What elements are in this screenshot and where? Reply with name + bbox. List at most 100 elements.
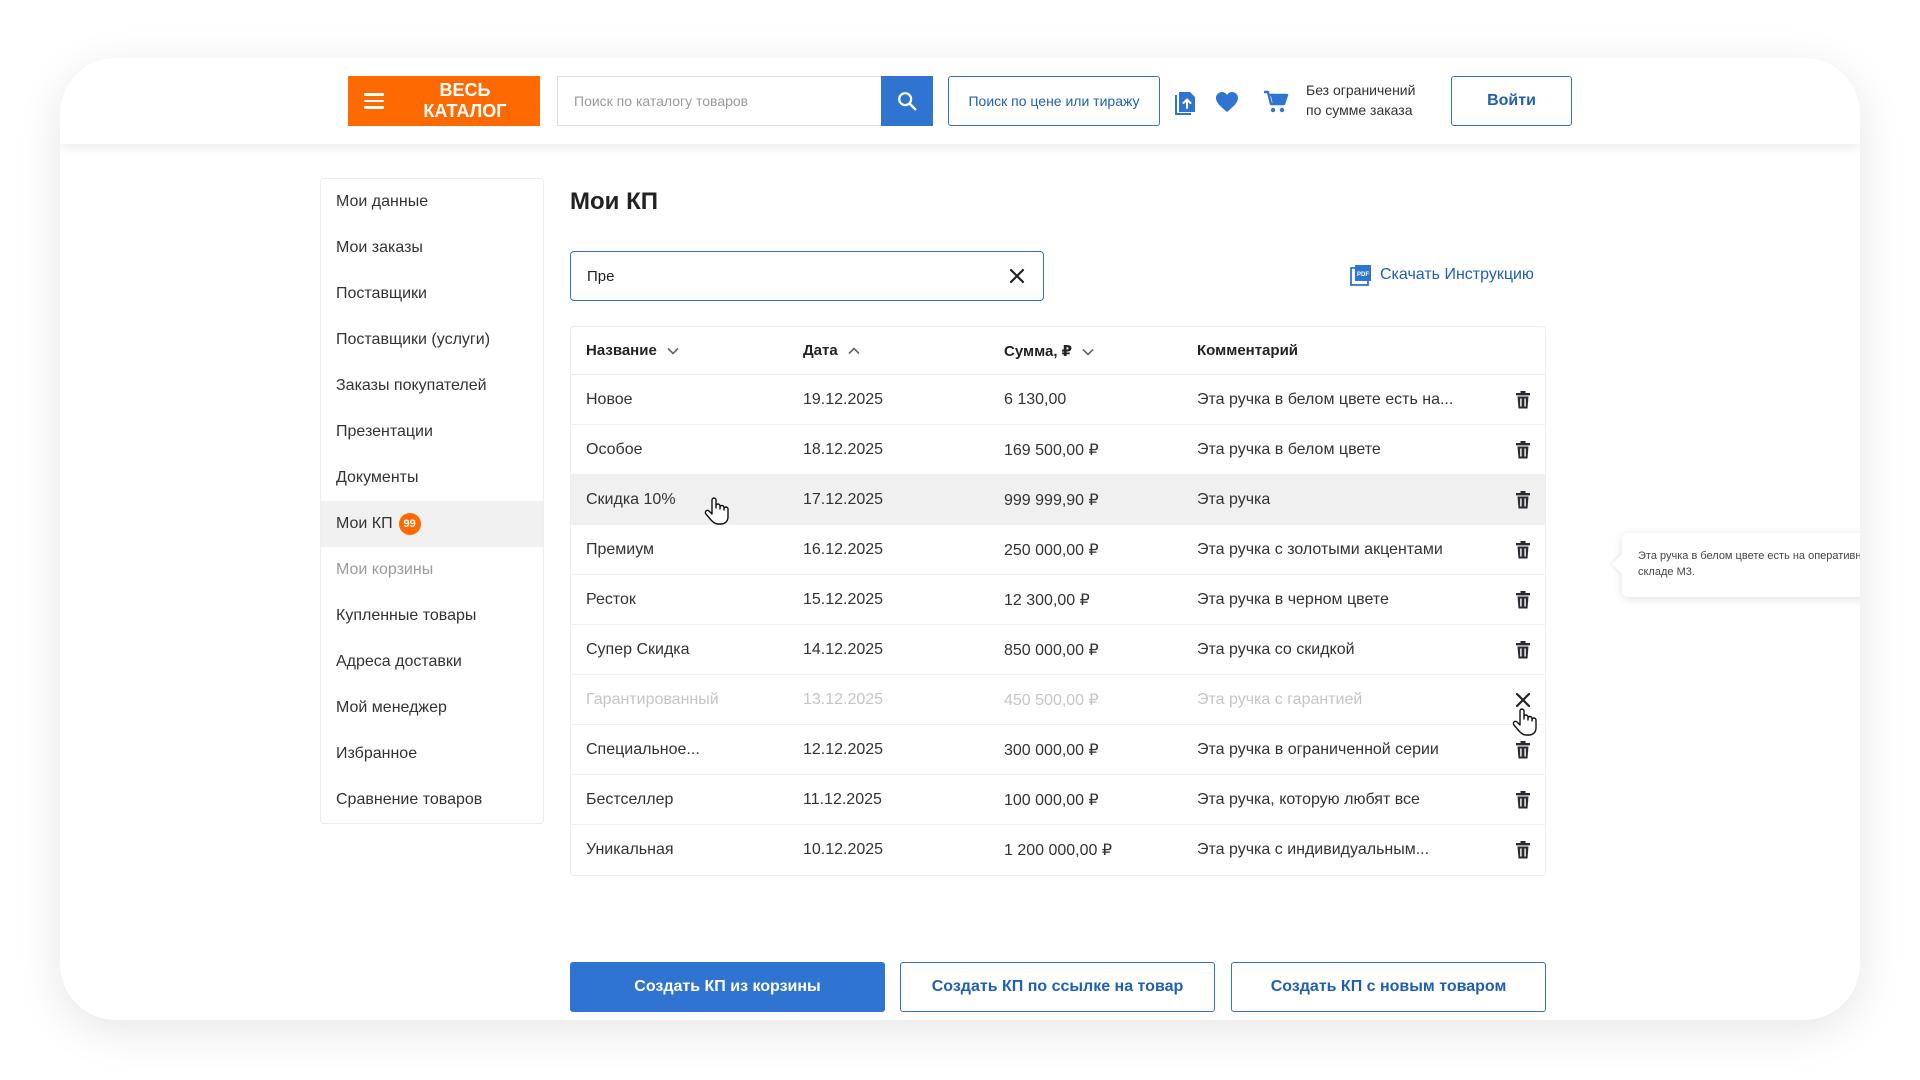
trash-icon[interactable] [1511,788,1535,812]
sidebar-item-my-data[interactable]: Мои данные [321,179,543,225]
trash-icon[interactable] [1511,388,1535,412]
sidebar-item-my-orders[interactable]: Мои заказы [321,225,543,271]
sidebar-item-label: Избранное [336,745,418,762]
cell-date: 17.12.2025 [803,490,884,508]
sidebar-item-label: Документы [336,469,419,486]
cell-comment: Эта ручка с индивидуальным... [1197,841,1430,858]
create-kp-new-product-button[interactable]: Создать КП с новым товаром [1231,962,1546,1012]
sidebar-item-presentations[interactable]: Презентации [321,409,543,455]
create-kp-by-link-button[interactable]: Создать КП по ссылке на товар [900,962,1215,1012]
catalog-button[interactable]: ВЕСЬ КАТАЛОГ [348,76,540,126]
chevron-down-icon [667,347,679,355]
table-row[interactable]: Гарантированный 13.12.2025 450 500,00 ₽ … [571,675,1545,725]
sidebar-item-compare[interactable]: Сравнение товаров [321,777,543,823]
menu-icon [364,93,384,109]
table-row[interactable]: Особое 18.12.2025 169 500,00 ₽ Эта ручка… [571,425,1545,475]
cell-sum: 1 200 000,00 ₽ [1004,842,1113,859]
sidebar-item-label: Адреса доставки [336,653,462,670]
trash-icon[interactable] [1511,438,1535,462]
trash-icon[interactable] [1511,488,1535,512]
cell-name: Особое [586,440,643,458]
cell-name: Ресток [586,590,636,608]
cell-name: Уникальная [586,841,674,858]
cell-name: Бестселлер [586,790,674,808]
cell-sum: 850 000,00 ₽ [1004,641,1099,659]
upload-document-icon[interactable] [1173,88,1201,116]
column-header-sum[interactable]: Сумма, ₽ [1004,342,1094,360]
sidebar-item-label: Мои КП [336,515,393,532]
sidebar-item-label: Мои данные [336,193,429,210]
sidebar-item-customer-orders[interactable]: Заказы покупателей [321,363,543,409]
cell-name: Премиум [586,540,655,558]
cell-date: 11.12.2025 [803,790,882,808]
cell-sum: 12 300,00 ₽ [1004,591,1090,609]
catalog-search-input[interactable] [557,76,881,126]
sidebar-item-label: Мои корзины [336,561,434,578]
cell-sum: 100 000,00 ₽ [1004,791,1099,809]
table-row[interactable]: Премиум 16.12.2025 250 000,00 ₽ Эта ручк… [571,525,1545,575]
cell-comment: Эта ручка с гарантией [1197,690,1363,708]
create-kp-from-cart-button[interactable]: Создать КП из корзины [570,962,885,1012]
cart-info-line2: по сумме заказа [1306,102,1413,118]
cell-sum: 6 130,00 [1004,390,1067,408]
cell-sum: 999 999,90 ₽ [1004,491,1099,509]
cell-comment: Эта ручка со скидкой [1197,640,1355,658]
table-row[interactable]: Новое 19.12.2025 6 130,00 Эта ручка в бе… [571,375,1545,425]
column-header-name[interactable]: Название [586,342,679,359]
table-row[interactable]: Специальное... 12.12.2025 300 000,00 ₽ Э… [571,725,1545,775]
login-button[interactable]: Войти [1451,76,1572,126]
kp-filter-input[interactable] [585,266,1005,286]
comment-tooltip: Эта ручка в белом цвете есть на оператив… [1622,533,1860,597]
kp-table: Название Дата Сумма, ₽ Комментарий Новое… [570,326,1546,876]
tooltip-text: Эта ручка в белом цвете есть на оператив… [1638,550,1860,578]
favorites-heart-icon[interactable] [1213,88,1241,116]
sidebar-item-purchased[interactable]: Купленные товары [321,593,543,639]
cell-name: Супер Скидка [586,640,690,658]
trash-icon[interactable] [1511,738,1535,762]
table-row[interactable]: Бестселлер 11.12.2025 100 000,00 ₽ Эта р… [571,775,1545,825]
table-row[interactable]: Супер Скидка 14.12.2025 850 000,00 ₽ Эта… [571,625,1545,675]
cell-name: Новое [586,390,633,408]
search-button[interactable] [881,76,933,126]
download-instruction-link[interactable]: PDF Скачать Инструкцию [1350,264,1534,286]
search-icon [898,92,917,111]
trash-icon[interactable] [1511,838,1535,862]
cell-comment: Эта ручка в черном цвете [1197,590,1389,608]
trash-icon[interactable] [1511,588,1535,612]
price-search-button[interactable]: Поиск по цене или тиражу [948,76,1160,126]
trash-icon[interactable] [1511,638,1535,662]
sidebar-item-suppliers-services[interactable]: Поставщики (услуги) [321,317,543,363]
table-row[interactable]: Ресток 15.12.2025 12 300,00 ₽ Эта ручка … [571,575,1545,625]
sidebar-item-favorites[interactable]: Избранное [321,731,543,777]
sidebar-item-manager[interactable]: Мой менеджер [321,685,543,731]
sidebar-item-label: Поставщики [336,285,427,302]
sidebar-item-documents[interactable]: Документы [321,455,543,501]
cell-name: Скидка 10% [586,490,676,508]
clear-icon[interactable] [1005,264,1029,288]
trash-icon[interactable] [1511,538,1535,562]
cell-date: 12.12.2025 [803,740,884,758]
close-icon[interactable] [1511,688,1535,712]
cell-comment: Эта ручка с золотыми акцентами [1197,540,1443,558]
cart-icon[interactable] [1262,88,1290,116]
sidebar-item-label: Презентации [336,423,433,440]
table-row[interactable]: Скидка 10% 17.12.2025 999 999,90 ₽ Эта р… [571,475,1545,525]
cell-date: 19.12.2025 [803,390,884,408]
sidebar-item-suppliers[interactable]: Поставщики [321,271,543,317]
cell-date: 18.12.2025 [803,440,884,458]
sidebar-item-my-kp[interactable]: Мои КП 99 [321,501,543,547]
sidebar-item-label: Заказы покупателей [336,377,487,394]
sidebar-item-my-carts[interactable]: Мои корзины [321,547,543,593]
column-header-comment: Комментарий [1197,342,1299,359]
column-header-date[interactable]: Дата [803,342,860,359]
sidebar-item-addresses[interactable]: Адреса доставки [321,639,543,685]
cell-date: 10.12.2025 [803,841,884,858]
column-header-label: Название [586,342,657,359]
catalog-label: ВЕСЬ КАТАЛОГ [423,80,507,121]
count-badge: 99 [398,513,421,535]
cell-sum: 250 000,00 ₽ [1004,541,1099,559]
cell-date: 16.12.2025 [803,540,884,558]
cell-date: 13.12.2025 [803,690,884,708]
table-row[interactable]: Уникальная 10.12.2025 1 200 000,00 ₽ Эта… [571,825,1545,875]
cart-info-line1: Без ограничений [1306,82,1416,98]
